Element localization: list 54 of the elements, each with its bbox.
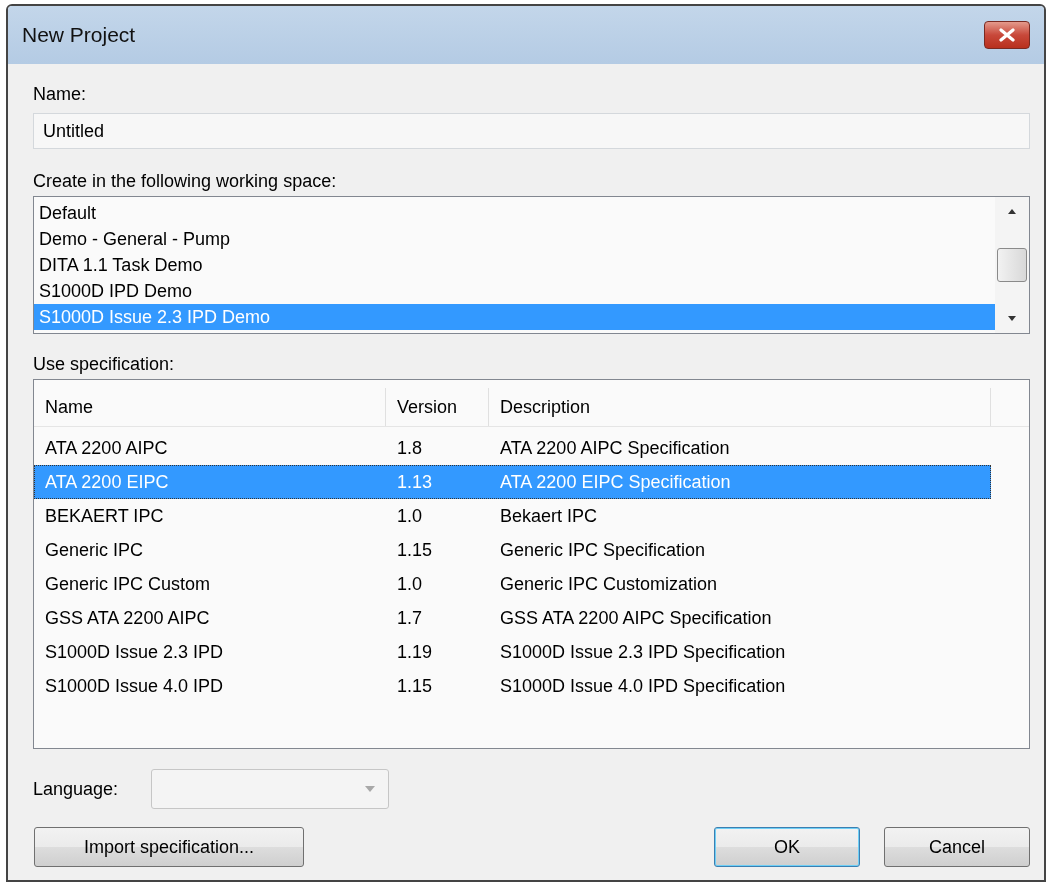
- list-item[interactable]: DITA 1.1 Task Demo: [34, 252, 995, 278]
- table-cell-text: Generic IPC: [44, 539, 145, 561]
- table-cell-text: 1.0: [396, 573, 424, 595]
- table-row[interactable]: S1000D Issue 2.3 IPD 1.19 S1000D Issue 2.3 IPD Specification: [34, 635, 991, 669]
- table-cell-text: GSS ATA 2200 AIPC Specification: [499, 607, 773, 629]
- table-cell-text: 1.8: [396, 437, 424, 459]
- table-cell-text: GSS ATA 2200 AIPC: [44, 607, 211, 629]
- dialog-button[interactable]: Cancel: [884, 827, 1030, 867]
- table-cell-text: 1.0: [396, 505, 424, 527]
- field-label: Language:: [33, 778, 119, 800]
- table-row[interactable]: BEKAERT IPC 1.0 Bekaert IPC: [34, 499, 991, 533]
- table-cell-text: 1.15: [396, 539, 434, 561]
- table-cell-text: 1.19: [396, 641, 434, 663]
- scroll-down-icon[interactable]: [1006, 315, 1018, 323]
- column-header[interactable]: Description: [489, 388, 991, 426]
- scroll-up-icon[interactable]: [1006, 207, 1018, 215]
- list-item[interactable]: Default: [34, 200, 995, 226]
- scrollbar[interactable]: [995, 197, 1029, 333]
- table-cell-text: S1000D Issue 2.3 IPD Specification: [499, 641, 787, 663]
- table-cell-text: 1.7: [396, 607, 424, 629]
- close-button[interactable]: [984, 21, 1030, 49]
- table-cell-text: S1000D Issue 4.0 IPD: [44, 675, 225, 697]
- table-cell-text: ATA 2200 EIPC: [44, 471, 170, 493]
- table-cell-text: BEKAERT IPC: [44, 505, 165, 527]
- table-cell-text: S1000D Issue 2.3 IPD: [44, 641, 225, 663]
- caret-icon: [364, 785, 377, 793]
- column-header[interactable]: Name: [34, 388, 386, 426]
- table-cell-text: Bekaert IPC: [499, 505, 599, 527]
- name-field[interactable]: Untitled: [33, 113, 1030, 149]
- list-item[interactable]: S1000D IPD Demo: [34, 278, 995, 304]
- table-row[interactable]: Generic IPC 1.15 Generic IPC Specification: [34, 533, 991, 567]
- table-row[interactable]: Generic IPC Custom 1.0 Generic IPC Customization: [34, 567, 991, 601]
- table-cell-text: 1.15: [396, 675, 434, 697]
- table-cell-text: S1000D Issue 4.0 IPD Specification: [499, 675, 787, 697]
- table-cell-text: 1.13: [396, 471, 434, 493]
- list-item[interactable]: Demo - General - Pump: [34, 226, 995, 252]
- table-row[interactable]: GSS ATA 2200 AIPC 1.7 GSS ATA 2200 AIPC Specification: [34, 601, 991, 635]
- table-cell-text: ATA 2200 EIPC Specification: [499, 471, 732, 493]
- table-cell-text: ATA 2200 AIPC Specification: [499, 437, 731, 459]
- dialog-button[interactable]: OK: [714, 827, 860, 867]
- list-label: Create in the following working space:: [33, 171, 338, 192]
- table-row[interactable]: ATA 2200 AIPC 1.8 ATA 2200 AIPC Specification: [34, 431, 991, 465]
- column-header[interactable]: Version: [386, 388, 489, 426]
- close-icon: [998, 28, 1016, 42]
- window-title: New Project: [22, 23, 136, 47]
- field-label: Name:: [33, 84, 87, 105]
- table-row[interactable]: S1000D Issue 4.0 IPD 1.15 S1000D Issue 4.0 IPD Specification: [34, 669, 991, 703]
- table-cell-text: Generic IPC Custom: [44, 573, 212, 595]
- table-cell-text: Generic IPC Specification: [499, 539, 707, 561]
- table-cell-text: ATA 2200 AIPC: [44, 437, 169, 459]
- table-cell-text: Generic IPC Customization: [499, 573, 719, 595]
- dialog-button[interactable]: Import specification...: [34, 827, 304, 867]
- scroll-thumb[interactable]: [997, 248, 1027, 282]
- table-label: Use specification:: [33, 354, 176, 375]
